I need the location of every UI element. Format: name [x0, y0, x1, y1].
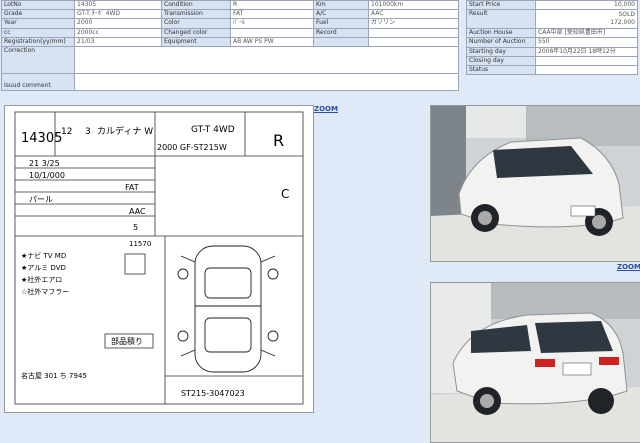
svg-text:★アルミ DVD: ★アルミ DVD: [21, 264, 66, 272]
correction-label: Correction: [1, 45, 75, 74]
info-label: Equipment: [161, 36, 231, 47]
sheet-score: R: [273, 131, 284, 150]
sheet-chassis: ST215-3047023: [181, 389, 245, 398]
sheet-notes: ★ナビ TV MD ★アルミ DVD ★社外エアロ ☆社外マフラー 名古屋 30…: [21, 251, 87, 380]
auction-info-table: Start Price 10,000 Result SOLD 172,000 A…: [466, 0, 638, 76]
info-label: Km: [313, 0, 369, 11]
info-label: Color: [161, 18, 231, 29]
result-value: SOLD 172,000: [535, 9, 638, 30]
car-front-photo[interactable]: [430, 105, 640, 262]
auction-sheet-image[interactable]: 14305 12 3 カルディナ W GT-T 4WD 2000 GF-ST21…: [4, 105, 314, 413]
sheet-mileage: 10/1/000: [29, 171, 65, 180]
auction-label: Status: [466, 64, 536, 76]
info-label: Record: [313, 27, 369, 38]
auction-label: Number of Auction: [466, 37, 536, 48]
closing-day-value: [535, 55, 638, 66]
sheet-date: 21 3/25: [29, 159, 60, 168]
info-label: cc: [1, 27, 75, 38]
info-value: 2000: [74, 18, 162, 29]
auction-house-value: CAA中部 [愛知県豊田市]: [535, 28, 638, 39]
svg-text:☆社外マフラー: ☆社外マフラー: [21, 287, 69, 296]
auction-number-value: 550: [535, 37, 638, 48]
info-label: Changed color: [161, 27, 231, 38]
info-value: AAC: [368, 9, 459, 20]
sheet-score-c: C: [281, 187, 289, 201]
sheet-stamp: 部品積り: [111, 336, 143, 346]
svg-text:★ナビ TV MD: ★ナビ TV MD: [21, 251, 66, 260]
svg-text:名古屋 301 ち 7945: 名古屋 301 ち 7945: [21, 371, 87, 380]
starting-day-value: 2008年10月22日 18時12分: [535, 46, 638, 57]
sheet-seats: 5: [133, 223, 138, 232]
auction-label: Closing day: [466, 55, 536, 66]
sheet-model: カルディナ W: [97, 125, 153, 137]
info-value: [368, 36, 459, 47]
correction-value: [74, 45, 459, 74]
info-value: FAT: [230, 9, 314, 20]
sheet-ac: AAC: [129, 207, 146, 216]
info-value: 2000cc: [74, 27, 162, 38]
info-label: A/C: [313, 9, 369, 20]
sheet-number: 11570: [129, 240, 151, 248]
info-label: Registration(yy/mm): [1, 36, 75, 47]
sheet-trans: FAT: [125, 183, 139, 192]
zoom-link-sheet[interactable]: ZOOM: [314, 105, 338, 113]
info-value: 14305: [74, 0, 162, 11]
sheet-grade: GT-T 4WD: [191, 125, 235, 135]
info-label: [313, 36, 369, 47]
info-label: Grade: [1, 9, 75, 20]
car-diagram: [177, 245, 279, 373]
car-rear-photo[interactable]: [430, 282, 640, 443]
info-value: [368, 27, 459, 38]
info-value: GT-T ﾀｰﾎﾞ 4WD: [74, 9, 162, 20]
info-value: ﾊﾟｰﾙ: [230, 18, 314, 29]
auction-label: Start Price: [466, 0, 536, 11]
auction-label: Starting day: [466, 46, 536, 57]
auction-label: Auction House: [466, 28, 536, 39]
sheet-color: パール: [29, 195, 53, 204]
sheet-year: 12: [61, 127, 72, 137]
auction-label: Result: [466, 9, 536, 30]
zoom-link-front[interactable]: ZOOM: [617, 263, 640, 271]
svg-text:★社外エアロ: ★社外エアロ: [21, 275, 62, 284]
info-label: Year: [1, 18, 75, 29]
start-price-value: 10,000: [535, 0, 638, 11]
sheet-grade-code: 2000 GF-ST215W: [157, 143, 227, 152]
info-label: Condition: [161, 0, 231, 11]
info-value: [230, 27, 314, 38]
sheet-lot: 14305: [21, 131, 62, 146]
issued-comment-value: [74, 72, 459, 91]
status-value: [535, 64, 638, 76]
info-value: R: [230, 0, 314, 11]
issued-comment-label: Isuud comment: [1, 72, 75, 91]
info-label: Fuel: [313, 18, 369, 29]
info-value: 21/03: [74, 36, 162, 47]
vehicle-info-table: LotNo 14305 Condition R Km 101000km Grad…: [1, 0, 459, 91]
info-label: Transmission: [161, 9, 231, 20]
info-value: AB AW PS PW: [230, 36, 314, 47]
info-value: ガソリン: [368, 18, 459, 29]
info-value: 101000km: [368, 0, 459, 11]
info-label: LotNo: [1, 0, 75, 11]
sheet-month: 3: [85, 127, 91, 137]
